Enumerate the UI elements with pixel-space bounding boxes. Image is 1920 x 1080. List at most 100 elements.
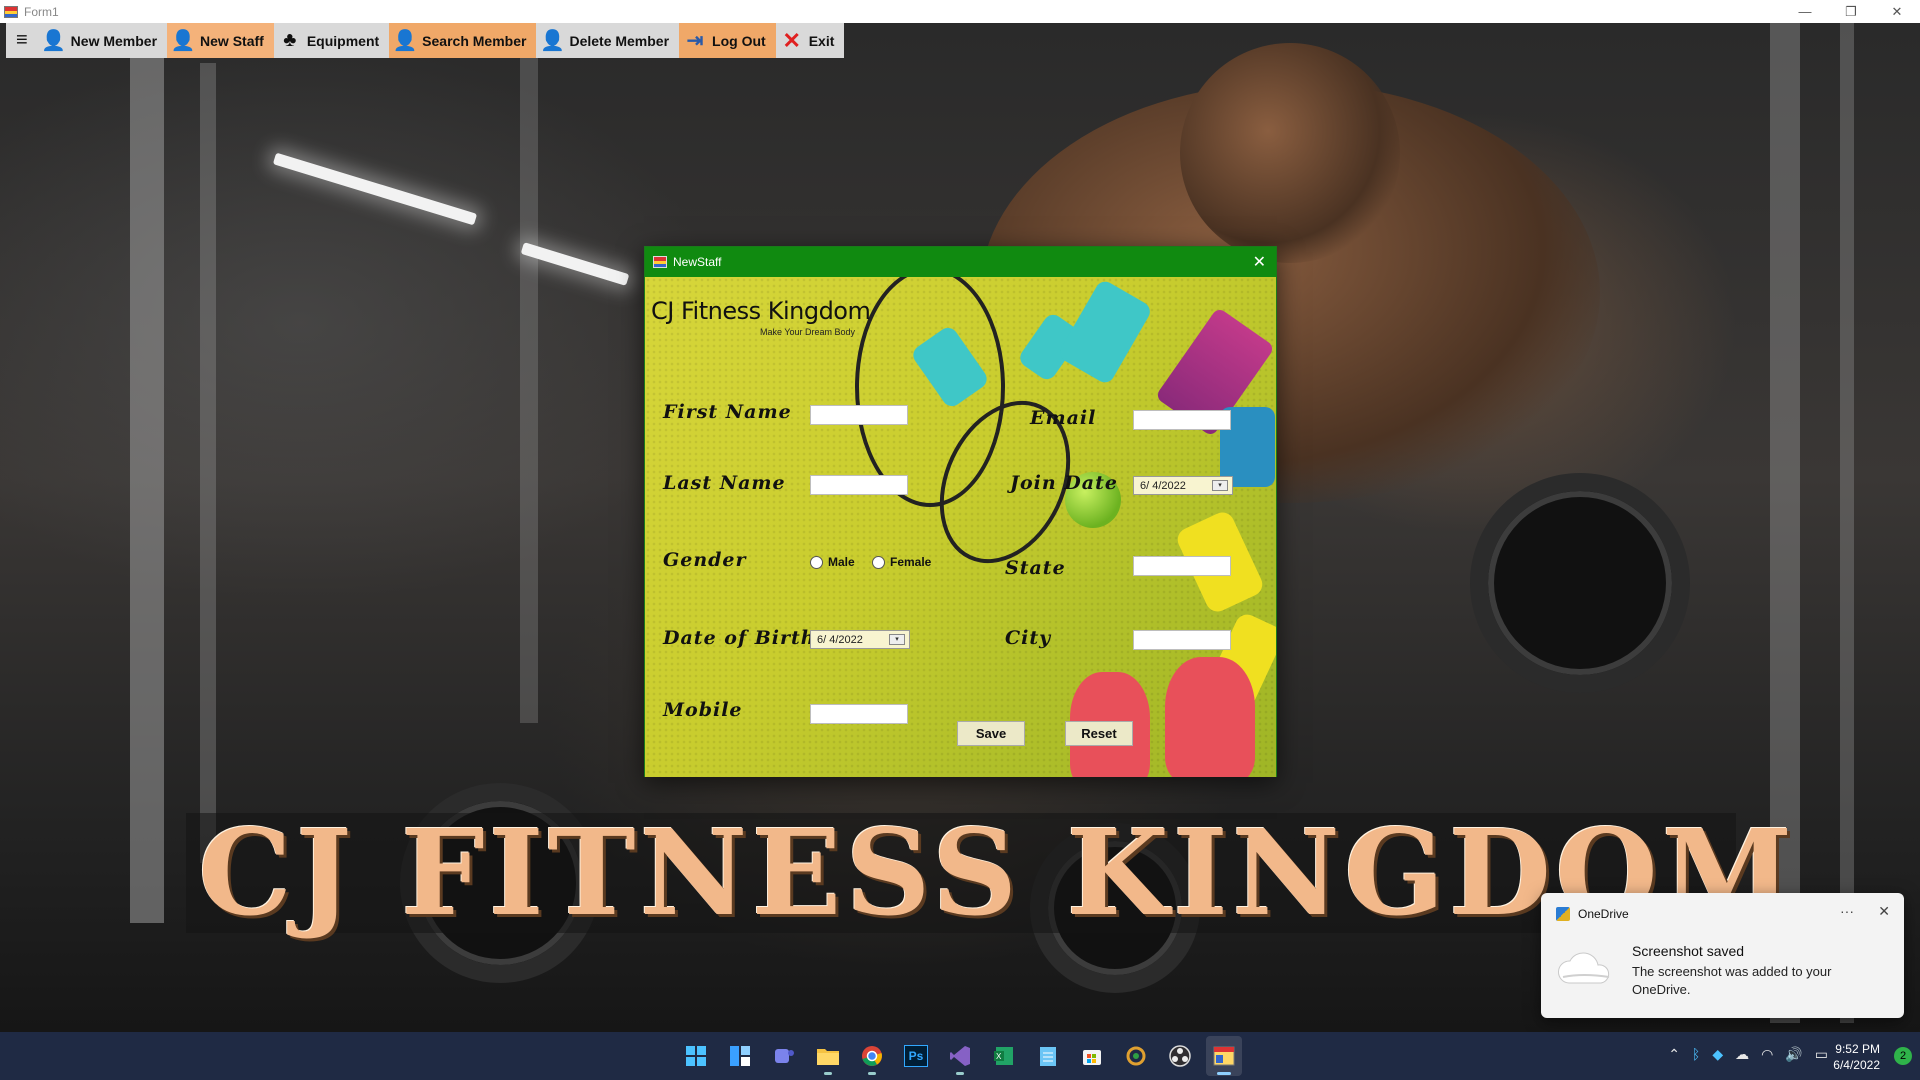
onedrive-tray-icon[interactable]: ☁ — [1735, 1046, 1749, 1063]
onedrive-notification[interactable]: OneDrive ··· ✕ Screenshot saved The scre… — [1541, 893, 1904, 1018]
notification-badge[interactable]: 2 — [1894, 1047, 1912, 1065]
hamburger-icon: ≡ — [16, 29, 28, 51]
dob-value: 6/ 4/2022 — [817, 633, 863, 646]
last-name-label: Last Name — [663, 472, 786, 494]
app-icon — [4, 5, 18, 18]
menu-new-staff[interactable]: 👤 New Staff — [167, 23, 274, 58]
minimize-button[interactable]: — — [1782, 0, 1828, 23]
wifi-icon[interactable]: ◠ — [1761, 1046, 1773, 1063]
mobile-input[interactable] — [811, 705, 907, 723]
add-user-icon: 👤 — [41, 30, 67, 52]
state-field[interactable] — [1133, 556, 1231, 576]
brand-tagline: Make Your Dream Body — [760, 327, 856, 337]
toast-body: The screenshot was added to your OneDriv… — [1632, 964, 1832, 997]
taskbar-clock[interactable]: 9:52 PM 6/4/2022 — [1833, 1041, 1880, 1073]
delete-user-icon: 👤 — [540, 30, 565, 52]
menu-new-member-label: New Member — [70, 32, 158, 49]
notepad-icon[interactable] — [1030, 1036, 1066, 1076]
taskbar: Ps X ⌃ ᛒ ◆ ☁ ◠ 🔊 ▭ 9:52 PM 6/4/2022 2 — [0, 1032, 1920, 1080]
menu-log-out-label: Log Out — [712, 32, 766, 49]
window-titlebar: Form1 — ❐ ✕ — [0, 0, 1920, 23]
excel-icon[interactable]: X — [986, 1036, 1022, 1076]
photoshop-label: Ps — [903, 1045, 929, 1067]
gender-female-label: Female — [890, 555, 932, 569]
gender-male-radio[interactable]: Male — [810, 555, 855, 569]
toast-app-name: OneDrive — [1578, 907, 1629, 921]
dob-label: Date of Birth — [663, 627, 816, 649]
menu-log-out[interactable]: ⇥ Log Out — [679, 23, 776, 58]
city-field[interactable] — [1133, 630, 1231, 650]
join-date-value: 6/ 4/2022 — [1140, 479, 1186, 492]
gender-label: Gender — [663, 549, 747, 571]
menu-delete-member[interactable]: 👤 Delete Member — [536, 23, 679, 58]
email-input[interactable] — [1134, 411, 1230, 429]
widgets-icon[interactable] — [722, 1036, 758, 1076]
menu-new-member[interactable]: 👤 New Member — [38, 23, 167, 58]
obs-icon[interactable] — [1162, 1036, 1198, 1076]
file-explorer-icon[interactable] — [810, 1036, 846, 1076]
last-name-field[interactable] — [810, 475, 908, 495]
dialog-title: NewStaff — [673, 255, 722, 269]
chrome-icon[interactable] — [854, 1036, 890, 1076]
calendar-icon[interactable]: ▾ — [1212, 480, 1228, 491]
teams-icon[interactable] — [766, 1036, 802, 1076]
menu-search-member[interactable]: 👤 Search Member — [389, 23, 537, 58]
city-label: City — [1005, 627, 1052, 649]
mobile-label: Mobile — [663, 699, 743, 721]
chevron-up-icon[interactable]: ⌃ — [1668, 1046, 1680, 1063]
toast-more-button[interactable]: ··· — [1840, 903, 1854, 919]
calendar-icon[interactable]: ▾ — [889, 634, 905, 645]
first-name-field[interactable] — [810, 405, 908, 425]
close-icon: ✕ — [782, 27, 801, 53]
banner-title: CJ FITNESS KINGDOM — [186, 813, 1792, 933]
first-name-label: First Name — [663, 401, 792, 423]
restore-button[interactable]: ❐ — [1828, 0, 1874, 23]
menu-exit[interactable]: ✕ Exit — [776, 23, 845, 58]
menu-equipment[interactable]: ♣ Equipment — [274, 23, 389, 58]
main-menu: ≡ 👤 New Member 👤 New Staff ♣ Equipment 👤… — [6, 23, 845, 58]
window-controls: — ❐ ✕ — [1782, 0, 1920, 23]
menu-exit-label: Exit — [808, 32, 835, 49]
dob-date-picker[interactable]: 6/ 4/2022 ▾ — [810, 630, 910, 649]
new-staff-dialog: NewStaff ✕ CJ Fitness Kingdom Make Your … — [644, 246, 1277, 777]
search-user-icon: 👤 — [392, 30, 418, 52]
start-icon[interactable] — [678, 1036, 714, 1076]
save-button[interactable]: Save — [957, 721, 1025, 746]
radio-male-dot[interactable] — [810, 555, 823, 569]
onedrive-icon — [1556, 907, 1570, 921]
close-window-button[interactable]: ✕ — [1874, 0, 1920, 23]
visual-studio-icon[interactable] — [942, 1036, 978, 1076]
hamburger-menu-button[interactable]: ≡ — [6, 23, 38, 58]
dialog-titlebar: NewStaff ✕ — [645, 247, 1276, 277]
dialog-body: CJ Fitness Kingdom Make Your Dream Body … — [645, 277, 1276, 777]
city-input[interactable] — [1134, 631, 1230, 649]
window-title: Form1 — [24, 4, 59, 19]
cloud-icon — [1558, 952, 1610, 984]
radio-female-dot[interactable] — [872, 555, 885, 569]
photoshop-icon[interactable]: Ps — [898, 1036, 934, 1076]
bluetooth-icon[interactable]: ᛒ — [1692, 1046, 1700, 1063]
dialog-close-button[interactable]: ✕ — [1253, 252, 1266, 272]
toast-title: Screenshot saved — [1632, 943, 1745, 959]
state-input[interactable] — [1134, 557, 1230, 575]
reset-button[interactable]: Reset — [1065, 721, 1133, 746]
menu-new-staff-label: New Staff — [200, 32, 264, 49]
form-app-icon[interactable] — [1206, 1036, 1242, 1076]
last-name-input[interactable] — [811, 476, 907, 494]
store-icon[interactable] — [1074, 1036, 1110, 1076]
volume-icon[interactable]: 🔊 — [1785, 1046, 1802, 1063]
email-field[interactable] — [1133, 410, 1231, 430]
gender-female-radio[interactable]: Female — [872, 555, 931, 569]
join-date-picker[interactable]: 6/ 4/2022 ▾ — [1133, 476, 1233, 495]
mobile-field[interactable] — [810, 704, 908, 724]
state-label: State — [1005, 557, 1066, 579]
staff-icon: 👤 — [170, 30, 196, 52]
first-name-input[interactable] — [811, 406, 907, 424]
brand-logo: CJ Fitness Kingdom — [651, 297, 871, 325]
taskbar-apps: Ps X — [678, 1036, 1242, 1076]
security-icon[interactable]: ◆ — [1712, 1046, 1723, 1063]
logout-icon: ⇥ — [686, 30, 704, 52]
snip-icon[interactable] — [1118, 1036, 1154, 1076]
battery-icon[interactable]: ▭ — [1815, 1046, 1828, 1063]
toast-close-button[interactable]: ✕ — [1878, 903, 1890, 920]
